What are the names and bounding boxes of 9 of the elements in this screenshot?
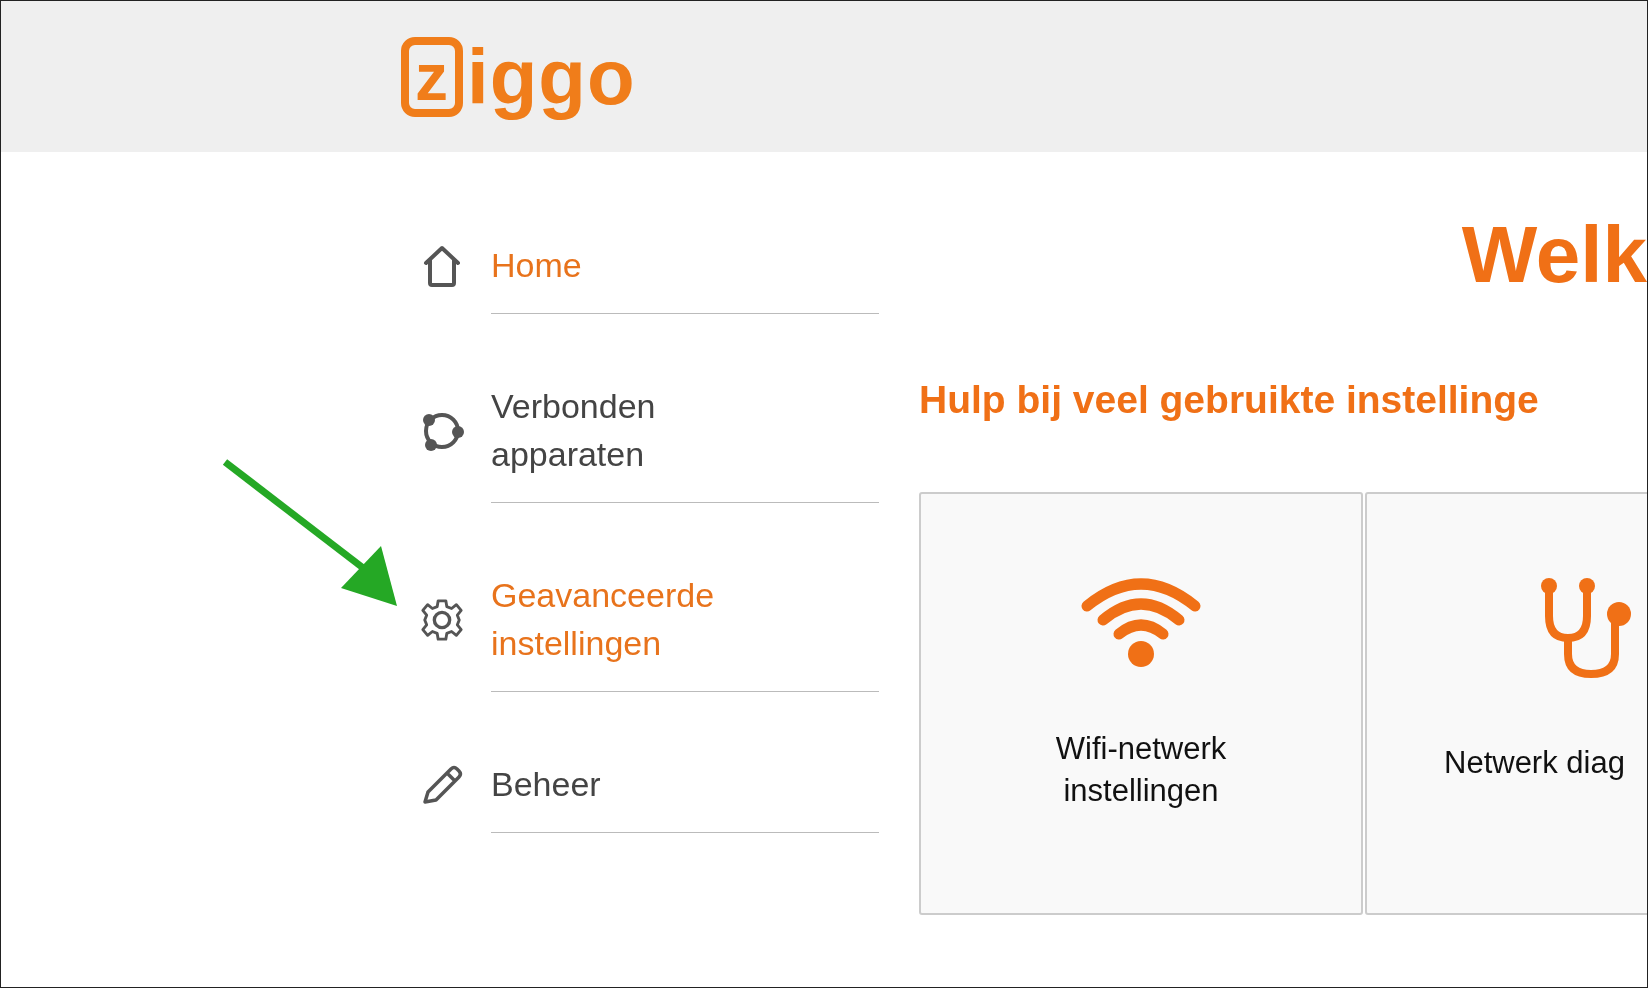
wifi-icon	[1081, 576, 1201, 668]
nav-link[interactable]: Beheer	[491, 760, 751, 808]
section-heading: Hulp bij veel gebruikte instellinge	[919, 377, 1539, 423]
card-label: Wifi-netwerk instellingen	[1054, 730, 1228, 810]
shortcut-card[interactable]: Wifi-netwerk instellingen	[919, 492, 1363, 915]
page-title: Welk	[1461, 210, 1647, 300]
card-label: Netwerk diag	[1444, 744, 1625, 782]
nav-link[interactable]: Verbonden apparaten	[491, 382, 751, 478]
shortcut-card[interactable]: Netwerk diag	[1365, 492, 1647, 915]
